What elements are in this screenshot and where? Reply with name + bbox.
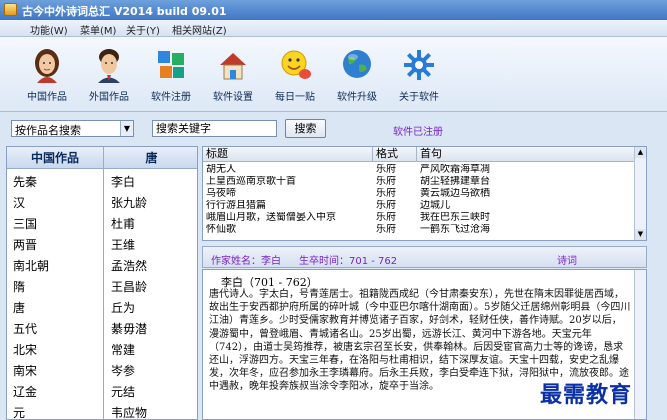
scroll-down-arrow-icon[interactable]: ▼	[635, 229, 646, 240]
poet-item-selected[interactable]: 李白	[111, 173, 135, 192]
toolbar-foreign-works-label: 外国作品	[89, 92, 129, 103]
foreign-man-icon	[98, 49, 120, 83]
dynasty-item[interactable]: 先秦	[13, 173, 37, 192]
poet-item[interactable]: 常建	[111, 341, 135, 360]
toolbar-upgrade-label: 软件升级	[337, 92, 377, 103]
author-lifespan: 生卒时间：701 - 762	[299, 256, 398, 267]
table-cell-first-line: 黄云城边乌欲栖	[420, 188, 490, 199]
menu-about[interactable]: 关于(Y)	[126, 22, 160, 37]
dynasty-item[interactable]: 南北朝	[13, 257, 49, 276]
menu-menu[interactable]: 菜单(M)	[80, 22, 116, 37]
poet-item[interactable]: 杜甫	[111, 215, 135, 234]
watermark-text: 最需教育	[540, 383, 633, 408]
column-header-first-line[interactable]: 首句	[417, 147, 636, 162]
biography-scrollbar[interactable]	[634, 270, 646, 419]
table-cell-title[interactable]: 乌夜啼	[206, 188, 371, 200]
house-settings-icon	[220, 53, 246, 80]
search-bar: 按作品名搜索 ▼ 搜索 软件已注册	[0, 113, 667, 145]
search-mode-select[interactable]: 按作品名搜索 ▼	[11, 120, 134, 137]
poet-item[interactable]: 綦毋潜	[111, 320, 147, 339]
dynasty-item[interactable]: 北宋	[13, 341, 37, 360]
dynasty-item[interactable]: 三国	[13, 215, 37, 234]
table-cell-format: 乐府	[376, 200, 396, 211]
registration-status: 软件已注册	[393, 127, 443, 138]
search-button[interactable]: 搜索	[285, 119, 326, 138]
title-bar: 古今中外诗词总汇 V2014 build 09.01	[0, 0, 667, 20]
dynasty-item[interactable]: 元	[13, 404, 25, 419]
table-cell-format: 乐府	[376, 212, 396, 223]
dynasty-item[interactable]: 辽金	[13, 383, 37, 402]
toolbar-about-button[interactable]: 关于软件	[388, 47, 450, 107]
toolbar-about-label: 关于软件	[399, 92, 439, 103]
poet-item[interactable]: 岑参	[111, 362, 135, 381]
table-cell-first-line: 我在巴东三峡时	[420, 212, 490, 223]
toolbar-register-button[interactable]: 软件注册	[140, 47, 202, 107]
toolbar-chinese-works-button[interactable]: 中国作品	[16, 47, 78, 107]
author-info-bar: 作家姓名：李白 生卒时间：701 - 762 诗词	[202, 246, 647, 268]
search-mode-value: 按作品名搜索	[15, 124, 81, 137]
author-name: 作家姓名：李白	[211, 256, 281, 267]
dynasty-item[interactable]: 两晋	[13, 236, 37, 255]
table-cell-title[interactable]: 行行游且猎篇	[206, 200, 371, 212]
table-cell-title[interactable]: 峨眉山月歌，送蜀僧晏入中京	[206, 212, 371, 224]
toolbar-settings-button[interactable]: 软件设置	[202, 47, 264, 107]
toolbar-daily-post-label: 每日一贴	[275, 92, 315, 103]
table-cell-first-line: 一鹤东飞过沧海	[420, 224, 490, 235]
table-cell-format: 乐府	[376, 224, 396, 235]
table-cell-first-line: 胡尘轻拂建章台	[420, 176, 490, 187]
dynasty-item-selected[interactable]: 唐	[13, 299, 25, 318]
globe-icon	[343, 50, 371, 78]
poet-item[interactable]: 韦应物	[111, 404, 147, 419]
toolbar-foreign-works-button[interactable]: 外国作品	[78, 47, 140, 107]
dynasty-item[interactable]: 隋	[13, 278, 25, 297]
dynasty-column-header: 中国作品	[7, 147, 103, 169]
poet-column-header: 唐	[104, 147, 197, 169]
toolbar-daily-post-button[interactable]: 每日一贴	[264, 47, 326, 107]
keyword-input[interactable]	[152, 120, 277, 137]
chinese-woman-icon	[35, 49, 59, 83]
poet-item[interactable]: 孟浩然	[111, 257, 147, 276]
poet-item[interactable]: 张九龄	[111, 194, 147, 213]
dynasty-item[interactable]: 五代	[13, 320, 37, 339]
column-header-title[interactable]: 标题	[203, 147, 373, 162]
toolbar: 中国作品 外国作品 软件注册 软件设置 每日一贴 软件升级 关于软件	[0, 37, 667, 112]
menu-related-sites[interactable]: 相关网站(Z)	[172, 22, 227, 37]
toolbar-settings-label: 软件设置	[213, 92, 253, 103]
toolbar-upgrade-button[interactable]: 软件升级	[326, 47, 388, 107]
scroll-up-arrow-icon[interactable]: ▲	[635, 147, 646, 158]
poet-item[interactable]: 元结	[111, 383, 135, 402]
smiley-chat-icon	[281, 50, 311, 79]
table-cell-title[interactable]: 胡无人	[206, 164, 371, 176]
table-cell-first-line: 严风吹霜海草凋	[420, 164, 490, 175]
poem-table: 标题 格式 首句 胡无人 乐府 严风吹霜海草凋 上皇西巡南京歌十首 乐府 胡尘轻…	[202, 146, 647, 241]
table-cell-title[interactable]: 怀仙歌	[206, 224, 371, 236]
table-cell-format: 乐府	[376, 164, 396, 175]
poet-item[interactable]: 王昌龄	[111, 278, 147, 297]
window-title: 古今中外诗词总汇 V2014 build 09.01	[22, 5, 227, 18]
author-browser: 中国作品 唐 先秦 汉 三国 两晋 南北朝 隋 唐 五代 北宋 南宋 辽金 元 …	[6, 146, 198, 420]
poet-item[interactable]: 丘为	[111, 299, 135, 318]
dynasty-item[interactable]: 南宋	[13, 362, 37, 381]
column-header-format[interactable]: 格式	[373, 147, 417, 162]
poem-tab[interactable]: 诗词	[557, 252, 577, 267]
dynasty-item[interactable]: 汉	[13, 194, 25, 213]
toolbar-chinese-works-label: 中国作品	[27, 92, 67, 103]
poet-item[interactable]: 王维	[111, 236, 135, 255]
table-cell-title[interactable]: 上皇西巡南京歌十首	[206, 176, 371, 188]
table-cell-format: 乐府	[376, 188, 396, 199]
toolbar-register-label: 软件注册	[151, 92, 191, 103]
menu-function[interactable]: 功能(W)	[30, 22, 68, 37]
menu-bar: 功能(W) 菜单(M) 关于(Y) 相关网站(Z)	[0, 20, 667, 37]
app-icon	[4, 3, 17, 16]
gear-icon	[404, 50, 434, 80]
column-divider	[103, 147, 104, 419]
table-cell-format: 乐府	[376, 176, 396, 187]
table-scrollbar[interactable]: ▲ ▼	[634, 147, 646, 240]
table-cell-first-line: 边城儿	[420, 200, 450, 211]
cubes-icon	[158, 51, 184, 78]
chevron-down-icon[interactable]: ▼	[120, 121, 133, 136]
